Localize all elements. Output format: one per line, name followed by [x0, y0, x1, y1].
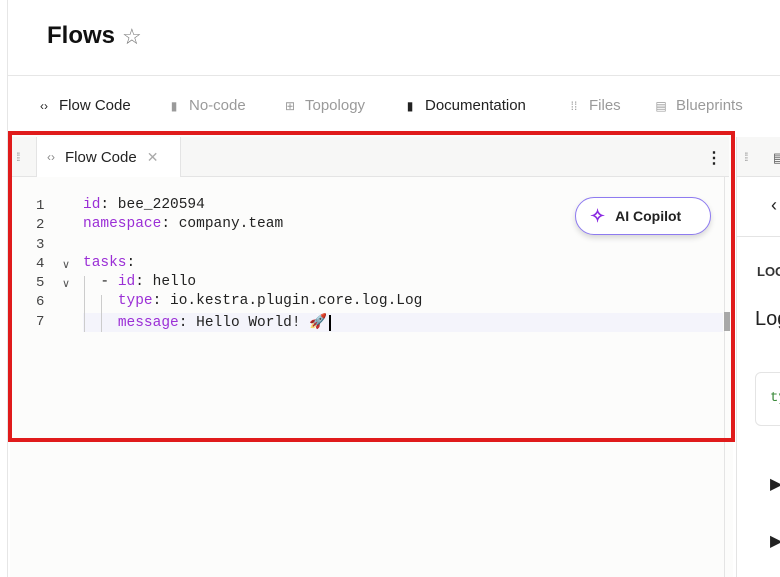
- code-icon: ‹›: [47, 150, 55, 164]
- tab-label: Blueprints: [676, 97, 743, 114]
- code-line: type: io.kestra.plugin.core.log.Log: [83, 293, 423, 309]
- yaml-indent: -: [83, 274, 118, 290]
- line-number: 5: [36, 275, 45, 291]
- caret-right-icon[interactable]: ▶: [770, 474, 780, 494]
- star-icon[interactable]: ☆: [122, 24, 142, 50]
- code-line: message: Hello World! 🚀: [83, 313, 341, 331]
- line-number: 4: [36, 256, 45, 272]
- yaml-key: message: [117, 315, 179, 331]
- editor-scrollbar-track[interactable]: [724, 177, 725, 577]
- editor-tab-label: Flow Code: [65, 148, 137, 166]
- tab-blueprints[interactable]: ▤ Blueprints: [654, 97, 743, 114]
- code-line: namespace: company.team: [83, 216, 284, 232]
- divider: [7, 75, 780, 76]
- docs-code-block: ty: [755, 372, 780, 426]
- yaml-key: tasks: [83, 255, 127, 271]
- mouse-icon: ▮: [170, 98, 178, 113]
- yaml-value: bee_220594: [109, 197, 205, 213]
- caret-right-icon[interactable]: ▶: [770, 531, 780, 551]
- yaml-key: type: [117, 293, 153, 309]
- docs-title: Log: [755, 308, 780, 330]
- tab-label: No-code: [189, 97, 246, 114]
- line-number: 3: [36, 237, 45, 253]
- yaml-value: hello: [143, 274, 197, 290]
- docs-plugin-label: LOG: [757, 264, 780, 279]
- yaml-value: io.kestra.plugin.core.log.Log: [161, 293, 423, 309]
- more-options-icon[interactable]: ⋮: [706, 148, 722, 168]
- tab-files[interactable]: ⁞⁞ Files: [567, 97, 621, 114]
- drag-handle-icon[interactable]: ⁞⁞: [16, 150, 20, 164]
- fold-chevron-icon[interactable]: ∨: [62, 258, 70, 271]
- sidebar-border: [7, 0, 8, 577]
- text-cursor: [329, 315, 341, 331]
- tab-no-code[interactable]: ▮ No-code: [167, 97, 246, 114]
- tab-topology[interactable]: ⊞ Topology: [283, 97, 365, 114]
- scrollbar-marker[interactable]: [724, 312, 730, 331]
- yaml-key: namespace: [83, 216, 162, 232]
- line-number: 6: [36, 294, 45, 310]
- yaml-value: Hello World! 🚀: [187, 315, 328, 331]
- ai-copilot-label: AI Copilot: [615, 208, 682, 224]
- code-line: - id: hello: [83, 274, 197, 290]
- topology-icon: ⊞: [284, 98, 296, 113]
- tab-documentation[interactable]: ▮ Documentation: [403, 97, 526, 114]
- tab-label: Documentation: [425, 97, 526, 114]
- code-line: tasks:: [83, 255, 136, 271]
- blueprints-icon: ▤: [655, 98, 667, 113]
- close-icon[interactable]: ✕: [147, 149, 159, 166]
- code-line: id: bee_220594: [83, 197, 205, 213]
- code-icon: ‹›: [40, 98, 48, 113]
- yaml-indent: [83, 293, 118, 309]
- tab-label: Topology: [305, 97, 366, 114]
- tab-flow-code[interactable]: ‹› Flow Code: [37, 97, 131, 114]
- yaml-value: company.team: [170, 216, 284, 232]
- yaml-key: id: [117, 274, 136, 290]
- document-icon: ▮: [406, 98, 414, 113]
- line-number: 7: [36, 314, 45, 330]
- fold-chevron-icon[interactable]: ∨: [62, 277, 70, 290]
- drag-handle-icon[interactable]: ⁞⁞: [744, 150, 748, 164]
- editor-panel-empty: [10, 440, 733, 577]
- sparkle-icon: ✧: [590, 205, 606, 226]
- page-title: Flows: [47, 22, 116, 49]
- panel-divider[interactable]: [736, 137, 737, 577]
- chevron-left-icon[interactable]: ‹: [771, 195, 777, 216]
- line-number: 2: [36, 217, 45, 233]
- tab-label: Files: [589, 97, 621, 114]
- yaml-indent: [83, 315, 118, 331]
- yaml-key: id: [83, 197, 101, 213]
- tab-label: Flow Code: [59, 97, 131, 114]
- editor-tab-flow-code[interactable]: ‹› Flow Code ✕: [36, 137, 181, 177]
- files-icon: ⁞⁞: [570, 98, 578, 113]
- line-number: 1: [36, 198, 45, 214]
- document-icon: ▤: [773, 150, 780, 165]
- divider: [737, 236, 780, 237]
- ai-copilot-button[interactable]: ✧ AI Copilot: [575, 197, 711, 235]
